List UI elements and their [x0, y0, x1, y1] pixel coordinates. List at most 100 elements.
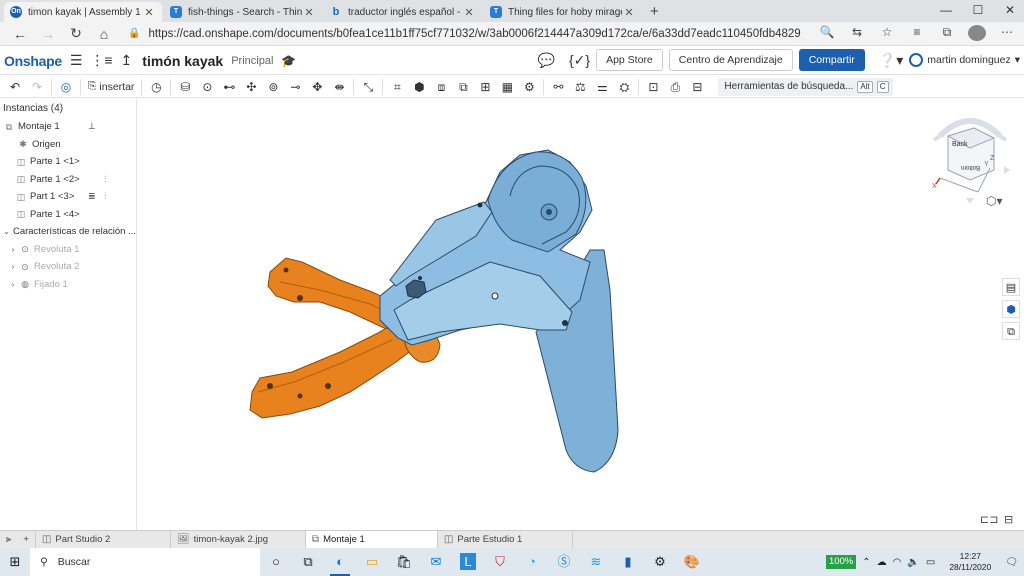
mate-connector-indicator-icon[interactable]: ⫶ — [104, 174, 106, 185]
network-icon[interactable]: ☁ — [877, 557, 887, 568]
taskbar-search[interactable]: ⚲ Buscar — [30, 548, 260, 576]
assembly-model[interactable] — [138, 99, 1024, 530]
search-page-icon[interactable]: 🔍 — [818, 25, 836, 44]
animate-icon[interactable]: ⛭ — [613, 78, 635, 96]
more-menu-icon[interactable]: ⋯ — [998, 25, 1016, 44]
fixed-indicator-icon[interactable]: ≣ — [88, 191, 96, 202]
pin-slot-mate-icon[interactable]: ⊸ — [284, 78, 306, 96]
store-icon[interactable]: 🛍 — [388, 548, 420, 576]
forward-icon[interactable]: → — [34, 26, 62, 42]
browser-tab-thing-files[interactable]: T Thing files for hoby mirage drive ✕ — [484, 2, 642, 22]
refresh-icon[interactable]: ↻ — [62, 25, 90, 42]
favorite-star-icon[interactable]: ☆ — [878, 25, 896, 44]
redo-icon[interactable]: ↷ — [26, 78, 48, 96]
skype-icon[interactable]: Ⓢ — [548, 548, 580, 576]
collections-icon[interactable]: ⧉ — [938, 25, 956, 44]
volume-icon[interactable]: 🔈 — [907, 557, 919, 568]
tree-item-revolute-2[interactable]: › ⊙ Revoluta 2 — [0, 258, 136, 276]
hamburger-menu-icon[interactable]: ☰ — [70, 52, 83, 69]
mate-connector-indicator-icon[interactable]: ⫶ — [104, 191, 106, 202]
group-icon[interactable]: ⬢ — [408, 78, 430, 96]
workspace-label[interactable]: Principal — [231, 55, 273, 67]
fastened-mate-icon[interactable]: ⛁ — [174, 78, 196, 96]
battery-icon[interactable]: ▭ — [926, 557, 935, 568]
close-tab-icon[interactable]: ✕ — [142, 6, 156, 19]
section-view-icon[interactable]: ▦ — [496, 78, 518, 96]
bom-icon[interactable]: ⚌ — [591, 78, 613, 96]
comments-icon[interactable]: 💬 — [538, 52, 555, 69]
history-icon[interactable]: ◷ — [145, 78, 167, 96]
profile-avatar[interactable] — [968, 25, 986, 44]
close-tab-icon[interactable]: ✕ — [302, 6, 316, 19]
mate-connector-icon[interactable]: ⌗ — [386, 78, 408, 96]
gear-relation-icon[interactable]: ⚙ — [518, 78, 540, 96]
planar-mate-icon[interactable]: ✣ — [240, 78, 262, 96]
share-button[interactable]: Compartir — [798, 49, 865, 71]
close-window-icon[interactable]: ✕ — [990, 0, 1024, 22]
tree-item-revolute-1[interactable]: › ⊙ Revoluta 1 — [0, 241, 136, 259]
tab-timon-kayak-jpg[interactable]: 🖼 timon-kayak 2.jpg — [171, 531, 306, 548]
onshape-logo[interactable]: Onshape — [4, 53, 62, 69]
tab-parte-estudio-1[interactable]: ◫ Parte Estudio 1 — [438, 531, 573, 548]
tab-part-studio-2[interactable]: ◫ Part Studio 2 — [36, 531, 171, 548]
favorites-list-icon[interactable]: ≡ — [908, 25, 926, 44]
clock[interactable]: 12:27 28/11/2020 — [941, 551, 999, 573]
tree-item-part-2[interactable]: ◫ Parte 1 <2> ⫶ — [0, 171, 136, 189]
app-store-button[interactable]: App Store — [596, 49, 663, 71]
document-tree-icon[interactable]: ⋮≡ — [90, 52, 112, 69]
help-icon[interactable]: ❔▾ — [879, 52, 903, 69]
wifi-icon[interactable]: ◠ — [893, 557, 902, 568]
tab-manager-icon[interactable]: ⫸ — [0, 531, 17, 548]
home-icon[interactable]: ⌂ — [90, 26, 118, 42]
new-tab-button[interactable]: + — [644, 2, 665, 22]
tab-montaje-1[interactable]: ⧉ Montaje 1 — [305, 531, 438, 548]
mates-section[interactable]: ⌄ Características de relación ... — [0, 223, 136, 241]
display-states-icon[interactable]: ⊡ — [642, 78, 664, 96]
tree-item-part-1[interactable]: ◫ Parte 1 <1> — [0, 153, 136, 171]
tangent-mate-icon[interactable]: ⤡ — [357, 78, 379, 96]
insert-part-icon[interactable]: ⊟ — [686, 78, 708, 96]
tree-item-part-3[interactable]: ◫ Part 1 <3> ≣ ⫶ — [0, 188, 136, 206]
browser-tab-thingiverse-search[interactable]: T fish-things - Search - Thingiverse ✕ — [164, 2, 322, 22]
close-tab-icon[interactable]: ✕ — [462, 6, 476, 19]
view-cube-bottom-label[interactable]: Bottom — [961, 164, 980, 170]
pattern-icon[interactable]: ⧉ — [452, 78, 474, 96]
slider-mate-icon[interactable]: ⊷ — [218, 78, 240, 96]
search-tools-field[interactable]: Herramientas de búsqueda... Alt C — [718, 77, 893, 96]
revolute-mate-icon[interactable]: ⊙ — [196, 78, 218, 96]
browser-tab-onshape[interactable]: On timon kayak | Assembly 1 ✕ — [4, 2, 162, 22]
view-cube[interactable]: Back Bottom X Y Z — [930, 108, 1010, 208]
ball-mate-icon[interactable]: ✥ — [306, 78, 328, 96]
explode-icon[interactable]: ⊞ — [474, 78, 496, 96]
app-7-icon[interactable]: ▮ — [612, 548, 644, 576]
tree-item-fastened-1[interactable]: › ◍ Fijado 1 — [0, 276, 136, 294]
undo-icon[interactable]: ↶ — [4, 78, 26, 96]
tray-chevron-icon[interactable]: ⌃ — [862, 557, 870, 568]
add-tab-button[interactable]: + — [17, 531, 36, 548]
browser-tab-bing[interactable]: b traductor inglés español - Bing ✕ — [324, 2, 482, 22]
variables-icon[interactable]: {✓} — [569, 52, 590, 69]
file-explorer-icon[interactable]: ▭ — [356, 548, 388, 576]
back-icon[interactable]: ← — [6, 26, 34, 42]
measure-tool-icon[interactable]: ⊏⊐ — [980, 513, 998, 526]
paint-icon[interactable]: 🎨 — [676, 548, 708, 576]
named-positions-icon[interactable]: ⎙ — [664, 78, 686, 96]
task-view-icon[interactable]: ⧉ — [292, 548, 324, 576]
tree-item-assembly[interactable]: ⧉ Montaje 1 ⊥ — [0, 118, 136, 136]
windows-start-icon[interactable]: ⊞ — [0, 554, 30, 570]
configure-icon[interactable]: ◎ — [55, 78, 77, 96]
url-field[interactable]: 🔒 https://cad.onshape.com/documents/b0fe… — [128, 28, 803, 40]
graduation-cap-icon[interactable]: 🎓 — [281, 54, 296, 68]
replicate-icon[interactable]: ⧈ — [430, 78, 452, 96]
zoom-indicator[interactable]: 100% — [825, 555, 857, 569]
bom-panel-icon[interactable]: ⧉ — [1002, 322, 1020, 340]
parallel-mate-icon[interactable]: ⇼ — [328, 78, 350, 96]
document-title[interactable]: timón kayak — [142, 53, 223, 69]
user-menu[interactable]: martin dominguez ▾ — [909, 53, 1020, 67]
settings-icon[interactable]: ⚙ — [644, 548, 676, 576]
learning-center-button[interactable]: Centro de Aprendizaje — [668, 49, 793, 71]
appearance-panel-icon[interactable]: ▤ — [1002, 278, 1020, 296]
mail-icon[interactable]: ✉ — [420, 548, 452, 576]
view-options-icon[interactable]: ⬡▾ — [986, 194, 1003, 208]
configurations-panel-icon[interactable]: ⬢ — [1002, 300, 1020, 318]
